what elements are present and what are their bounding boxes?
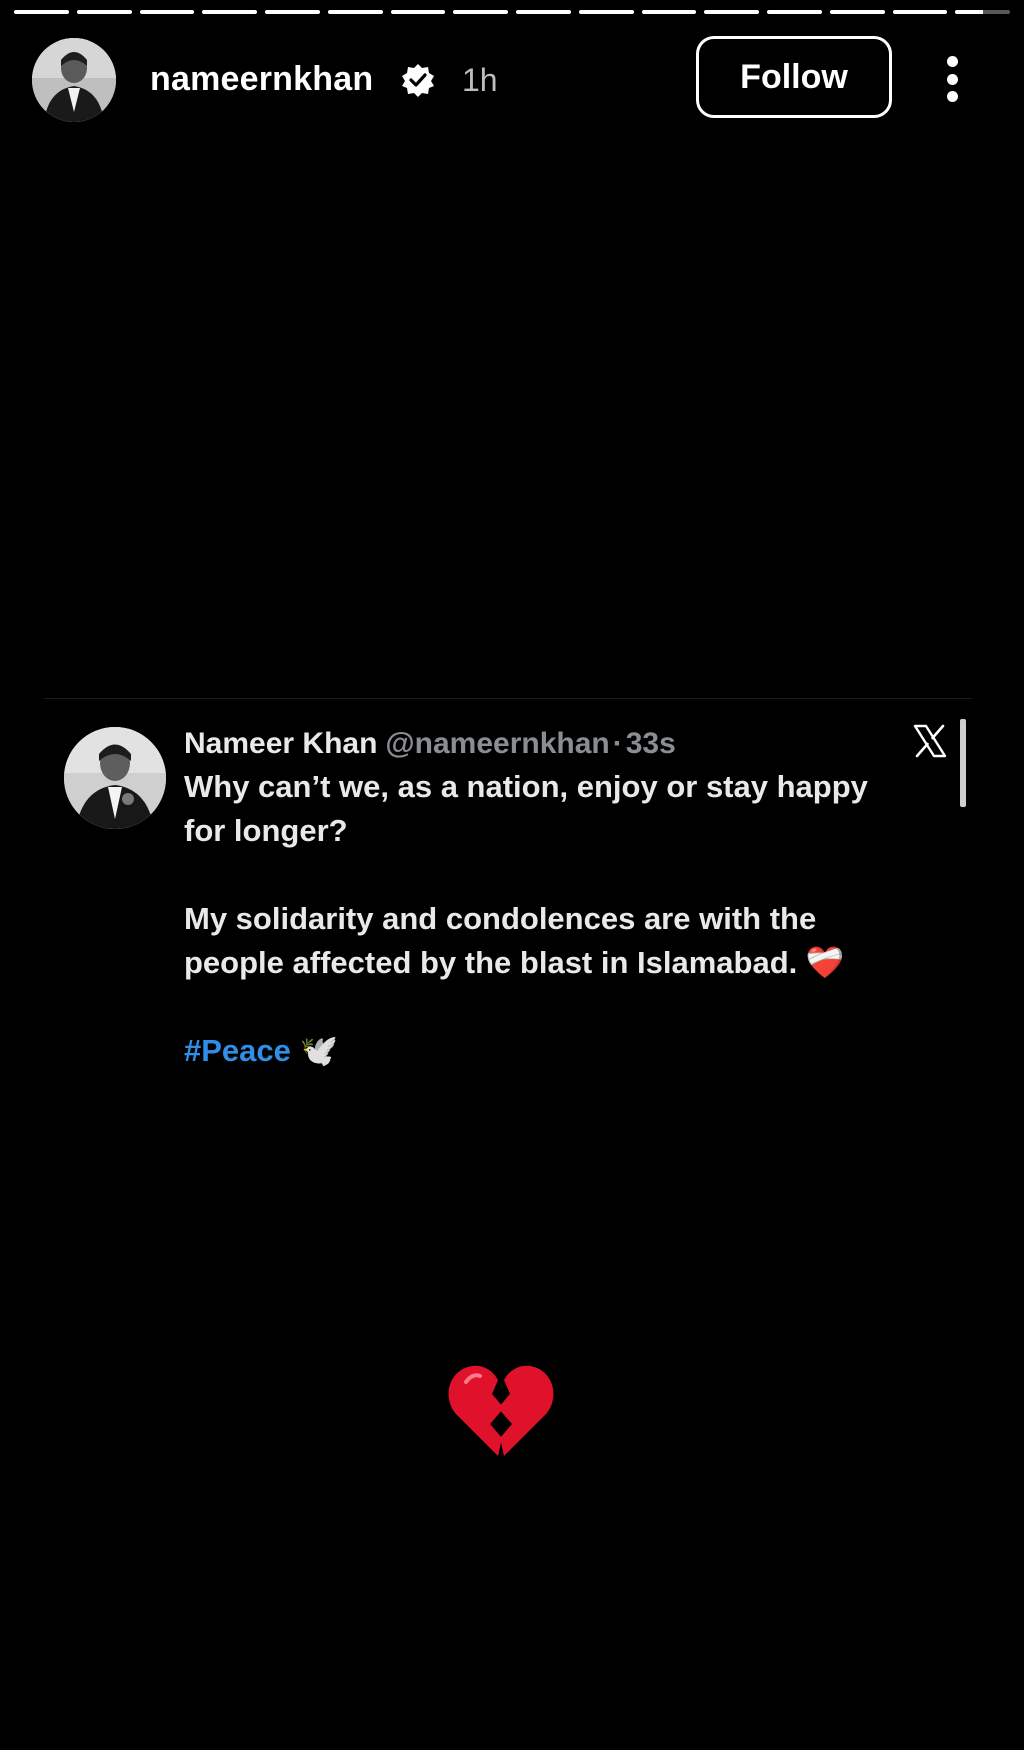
story-progress-segment [76,10,132,14]
more-options-icon[interactable] [940,56,964,102]
tweet-line-text: people affected by the blast in Islamaba… [184,945,798,980]
story-progress-segment [202,10,257,14]
story-progress-segment [327,10,383,14]
profile-photo-icon [64,727,166,829]
dove-emoji: 🕊️ [299,1033,339,1068]
tweet-age: 33s [625,727,676,760]
story-progress-segment [892,10,948,14]
username[interactable]: nameernkhan [150,62,373,96]
tweet-body: Nameer Khan @nameernkhan · 33s Why can’t we… [184,725,944,1073]
story-progress-segment [767,10,822,14]
story-header: nameernkhan 1h Follow [30,36,994,122]
tweet-handle: @nameernkhan [385,727,610,760]
story-progress [14,10,1010,14]
story-progress-segment [14,10,69,14]
broken-heart-icon [448,1365,554,1456]
story-progress-segment [139,10,195,14]
tweet-avatar [64,727,166,829]
tweet-header: Nameer Khan @nameernkhan · 33s [184,725,944,763]
story-progress-segment [390,10,446,14]
follow-button[interactable]: Follow [696,36,892,118]
tweet-text: Why can’t we, as a nation, enjoy or stay… [184,765,944,1073]
avatar[interactable] [32,38,116,122]
story-progress-segment [704,10,759,14]
tweet-line: people affected by the blast in Islamaba… [184,941,944,985]
profile-photo-icon [32,38,116,122]
tweet-line: My solidarity and condolences are with t… [184,901,817,936]
post-time: 1h [462,62,498,98]
hashtag-link: #Peace [184,1033,291,1068]
tweet-author-name: Nameer Khan [184,727,378,760]
tweet-hashtag-line: #Peace 🕊️ [184,1029,944,1073]
story-progress-segment [955,10,1010,14]
mending-heart-emoji: ❤️‍🩹 [805,945,845,980]
story-progress-segment [516,10,571,14]
story-progress-segment [265,10,320,14]
tweet-line: for longer? [184,813,348,848]
tweet-line: Why can’t we, as a nation, enjoy or stay… [184,769,868,804]
verified-badge-icon [402,64,434,97]
story-progress-segment [641,10,697,14]
tweet-separator: · [612,727,623,760]
story-progress-segment [578,10,634,14]
x-logo-icon [913,724,947,758]
tweet-card: Nameer Khan @nameernkhan · 33s Why can’t we… [44,698,972,1099]
story-progress-segment [453,10,508,14]
story-progress-segment [829,10,885,14]
scrollbar [960,719,966,807]
